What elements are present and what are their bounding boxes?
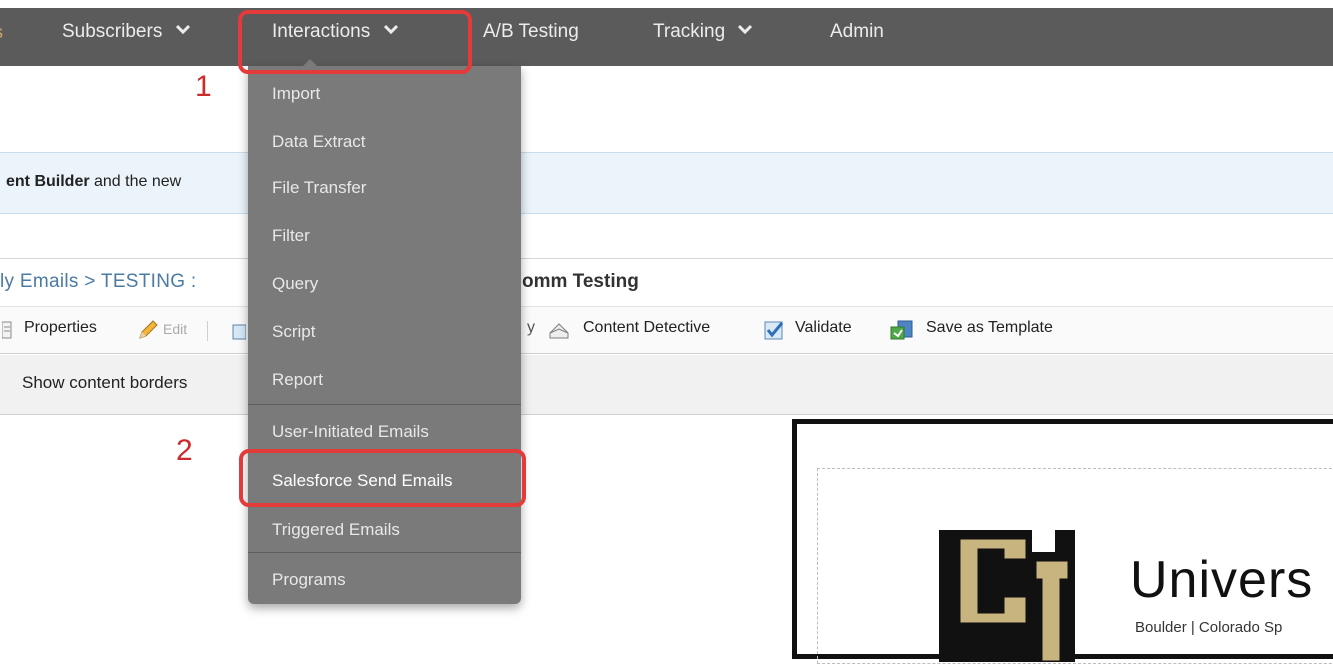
menu-item-report[interactable]: Report	[272, 370, 323, 390]
banner-bold-text: ent Builder	[6, 173, 90, 190]
top-navigation-bar: s Subscribers Interactions A/B Testing T…	[0, 0, 1333, 66]
pencil-icon	[137, 319, 159, 341]
chevron-down-icon	[175, 5, 190, 53]
toolbar-fragment: y	[527, 319, 535, 336]
nav-item-label: Admin	[830, 21, 884, 42]
validate-checkbox-icon	[763, 319, 785, 341]
email-toolbar: Properties Edit y Content Detective Vali…	[0, 306, 1333, 354]
menu-item-user-initiated-emails[interactable]: User-Initiated Emails	[272, 422, 429, 442]
email-title: omm Testing	[522, 271, 639, 292]
menu-divider	[248, 404, 521, 405]
divider	[0, 258, 1333, 259]
menu-item-query[interactable]: Query	[272, 274, 318, 294]
menu-item-filter[interactable]: Filter	[272, 226, 310, 246]
menu-divider	[248, 552, 521, 553]
menu-item-import[interactable]: Import	[272, 84, 320, 104]
menu-item-programs[interactable]: Programs	[272, 570, 346, 590]
info-banner: ent Builder and the new	[0, 152, 1333, 214]
university-subline: Boulder | Colorado Sp	[1135, 619, 1283, 636]
banner-text: ent Builder and the new	[6, 173, 181, 191]
show-content-borders-toggle[interactable]: Show content borders	[22, 373, 187, 393]
nav-item-label: A/B Testing	[483, 21, 579, 42]
university-logo-text: Univers	[1130, 551, 1314, 609]
menu-item-script[interactable]: Script	[272, 322, 315, 342]
nav-item-subscribers[interactable]: Subscribers	[62, 8, 190, 58]
menu-item-data-extract[interactable]: Data Extract	[272, 132, 366, 152]
save-as-template-button[interactable]: Save as Template	[926, 319, 1053, 337]
breadcrumb[interactable]: ly Emails > TESTING :	[0, 271, 197, 293]
highlight-salesforce-send-emails	[239, 449, 526, 507]
top-strip	[0, 0, 1333, 8]
validate-button[interactable]: Validate	[795, 319, 852, 337]
properties-button[interactable]: Properties	[24, 319, 97, 337]
toolbar-separator	[207, 321, 208, 341]
nav-item-label: Tracking	[653, 21, 726, 43]
properties-icon	[1, 319, 12, 341]
step-number-2: 2	[176, 434, 193, 467]
highlight-interactions	[238, 10, 472, 74]
step-number-1: 1	[195, 70, 212, 103]
nav-edge-fragment: s	[0, 8, 3, 58]
email-preview-pane: Univers Boulder | Colorado Sp	[792, 419, 1333, 664]
save-template-icon	[890, 319, 914, 341]
chevron-down-icon	[738, 5, 753, 53]
edit-button[interactable]: Edit	[163, 321, 187, 337]
menu-item-triggered-emails[interactable]: Triggered Emails	[272, 520, 400, 540]
menu-item-file-transfer[interactable]: File Transfer	[272, 178, 366, 198]
image-icon	[232, 319, 247, 341]
cu-logo	[937, 512, 1077, 664]
interactions-dropdown-menu: Import Data Extract File Transfer Filter…	[248, 59, 521, 604]
options-bar: Show content borders	[0, 355, 1333, 415]
nav-item-tracking[interactable]: Tracking	[653, 5, 753, 58]
banner-rest-text: and the new	[89, 173, 182, 190]
content-detective-button[interactable]: Content Detective	[583, 319, 710, 337]
nav-item-label: Subscribers	[62, 21, 163, 43]
nav-item-ab-testing[interactable]: A/B Testing	[483, 8, 579, 58]
content-detective-icon	[548, 319, 570, 341]
nav-item-admin[interactable]: Admin	[830, 8, 884, 58]
